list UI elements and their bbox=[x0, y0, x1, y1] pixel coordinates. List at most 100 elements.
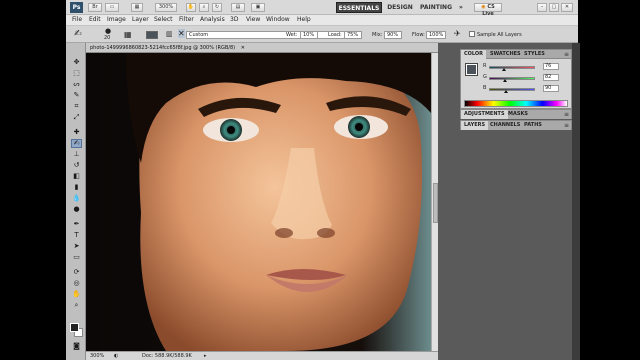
tab-paths[interactable]: PATHS bbox=[521, 121, 545, 130]
foreground-color-swatch[interactable] bbox=[70, 323, 79, 332]
menu-3d[interactable]: 3D bbox=[230, 16, 238, 23]
tab-adjustments[interactable]: ADJUSTMENTS bbox=[461, 110, 508, 119]
adjust-panel-menu-icon[interactable]: ≡ bbox=[564, 110, 569, 119]
rotate-view-button[interactable]: ↻ bbox=[212, 3, 222, 12]
mix-label: Mix: bbox=[372, 32, 383, 38]
bridge-button[interactable]: Br bbox=[88, 3, 102, 12]
red-slider-knob[interactable] bbox=[502, 68, 506, 71]
vertical-scrollbar[interactable] bbox=[431, 53, 438, 351]
dodge-tool-icon[interactable]: ● bbox=[72, 206, 81, 213]
green-slider-knob[interactable] bbox=[503, 79, 507, 82]
mix-field[interactable]: 90% bbox=[384, 31, 402, 39]
status-menu-arrow-icon[interactable]: ▸ bbox=[204, 352, 207, 360]
menu-bar: File Edit Image Layer Select Filter Anal… bbox=[66, 15, 578, 26]
blue-slider-track[interactable] bbox=[489, 88, 535, 91]
shape-tool-icon[interactable]: ▭ bbox=[72, 254, 81, 261]
menu-help[interactable]: Help bbox=[297, 16, 311, 23]
color-spectrum-bar[interactable] bbox=[464, 100, 568, 107]
mixer-brush-preset-icon[interactable]: ✍ bbox=[74, 29, 82, 39]
wet-field[interactable]: 10% bbox=[300, 31, 318, 39]
blue-slider-knob[interactable] bbox=[504, 90, 508, 93]
close-document-icon[interactable]: ✕ bbox=[241, 45, 245, 51]
tab-swatches[interactable]: SWATCHES bbox=[487, 50, 524, 59]
brush-preview-icon[interactable]: ● bbox=[105, 27, 111, 35]
screen-mode-button[interactable]: ▣ bbox=[251, 3, 265, 12]
brush-size-label[interactable]: 20 bbox=[104, 35, 110, 41]
move-tool-icon[interactable]: ✥ bbox=[72, 59, 81, 66]
eyedropper-tool-icon[interactable]: ⤢ bbox=[72, 114, 81, 121]
green-value-field[interactable]: 82 bbox=[543, 74, 559, 81]
blue-value-field[interactable]: 90 bbox=[543, 85, 559, 92]
load-field[interactable]: 75% bbox=[344, 31, 362, 39]
document-tab[interactable]: photo-1499996860823-5214fcc65f8f.jpg @ 3… bbox=[86, 43, 438, 53]
gradient-tool-icon[interactable]: ▮ bbox=[72, 184, 81, 191]
status-zoom[interactable]: 300% bbox=[90, 352, 104, 360]
hand-tool-icon[interactable]: ✋ bbox=[72, 291, 81, 298]
quick-mask-icon[interactable]: ◙ bbox=[72, 343, 81, 350]
menu-view[interactable]: View bbox=[246, 16, 260, 23]
red-slider-track[interactable] bbox=[489, 66, 535, 69]
zoom-level-select[interactable]: 300% bbox=[155, 3, 177, 12]
flow-field[interactable]: 100% bbox=[426, 31, 446, 39]
workspace-design[interactable]: DESIGN bbox=[385, 2, 415, 13]
menu-window[interactable]: Window bbox=[266, 16, 290, 23]
current-color-swatch[interactable] bbox=[146, 31, 158, 39]
menu-analysis[interactable]: Analysis bbox=[200, 16, 225, 23]
menu-select[interactable]: Select bbox=[154, 16, 173, 23]
menu-filter[interactable]: Filter bbox=[179, 16, 194, 23]
mix-preset-select[interactable]: Custom bbox=[186, 31, 348, 39]
arrange-documents-button[interactable]: ▤ bbox=[231, 3, 245, 12]
tab-layers[interactable]: LAYERS bbox=[461, 121, 489, 130]
zoom-view-button[interactable]: ⌕ bbox=[199, 3, 209, 12]
clone-stamp-tool-icon[interactable]: ⊥ bbox=[72, 151, 81, 158]
tab-color[interactable]: COLOR bbox=[461, 50, 487, 59]
document-canvas[interactable] bbox=[86, 53, 431, 351]
mixer-brush-tool-icon[interactable]: ✍ bbox=[71, 139, 82, 148]
red-value-field[interactable]: 76 bbox=[543, 63, 559, 70]
crop-tool-icon[interactable]: ⌗ bbox=[72, 103, 81, 110]
zoom-tool-icon[interactable]: ⌕ bbox=[72, 302, 81, 309]
sample-all-layers-checkbox[interactable] bbox=[469, 31, 475, 37]
portrait-photo bbox=[86, 53, 431, 351]
type-tool-icon[interactable]: T bbox=[72, 232, 81, 239]
clean-brush-icon[interactable]: ✕ bbox=[178, 29, 185, 38]
quick-selection-tool-icon[interactable]: ✎ bbox=[72, 92, 81, 99]
tab-masks[interactable]: MASKS bbox=[505, 110, 531, 119]
workspace-painting[interactable]: PAINTING bbox=[419, 2, 453, 13]
flow-label: Flow: bbox=[412, 32, 425, 38]
view-extras-button[interactable]: ▦ bbox=[131, 3, 143, 12]
blur-tool-icon[interactable]: 💧 bbox=[72, 195, 81, 202]
pen-tool-icon[interactable]: ✒ bbox=[72, 221, 81, 228]
workspace-essentials[interactable]: ESSENTIALS bbox=[336, 2, 382, 13]
3d-rotate-tool-icon[interactable]: ⟳ bbox=[72, 269, 81, 276]
airbrush-icon[interactable]: ✈ bbox=[454, 29, 461, 38]
tab-styles[interactable]: STYLES bbox=[521, 50, 548, 59]
maximize-button[interactable]: ▢ bbox=[549, 3, 559, 12]
hand-view-button[interactable]: ✋ bbox=[186, 3, 196, 12]
eraser-tool-icon[interactable]: ◧ bbox=[72, 173, 81, 180]
brush-panel-icon[interactable]: ▦ bbox=[124, 30, 132, 39]
more-workspaces-button[interactable]: » bbox=[456, 2, 466, 13]
history-brush-tool-icon[interactable]: ↺ bbox=[72, 162, 81, 169]
panel-fg-swatch[interactable] bbox=[465, 63, 478, 76]
menu-layer[interactable]: Layer bbox=[132, 16, 149, 23]
minimize-button[interactable]: – bbox=[537, 3, 547, 12]
tab-channels[interactable]: CHANNELS bbox=[487, 121, 523, 130]
status-info-icon[interactable]: ◐ bbox=[114, 352, 118, 360]
close-button[interactable]: ✕ bbox=[561, 3, 573, 12]
menu-image[interactable]: Image bbox=[107, 16, 126, 23]
layers-panel-menu-icon[interactable]: ≡ bbox=[564, 121, 569, 130]
load-brush-icon[interactable]: ▥ bbox=[166, 30, 173, 38]
marquee-tool-icon[interactable]: ⬚ bbox=[72, 70, 81, 77]
mini-bridge-button[interactable]: ▭ bbox=[105, 3, 119, 12]
3d-orbit-tool-icon[interactable]: ◎ bbox=[72, 280, 81, 287]
green-slider-track[interactable] bbox=[489, 77, 535, 80]
panel-menu-icon[interactable]: ≡ bbox=[564, 50, 569, 59]
cs-live-button[interactable]: ◉ CS Live bbox=[474, 3, 502, 17]
path-selection-tool-icon[interactable]: ➤ bbox=[72, 243, 81, 250]
red-label: R bbox=[483, 63, 487, 69]
healing-brush-tool-icon[interactable]: ✚ bbox=[72, 129, 81, 136]
menu-file[interactable]: File bbox=[72, 16, 82, 23]
lasso-tool-icon[interactable]: ᔕ bbox=[72, 81, 81, 88]
menu-edit[interactable]: Edit bbox=[89, 16, 101, 23]
